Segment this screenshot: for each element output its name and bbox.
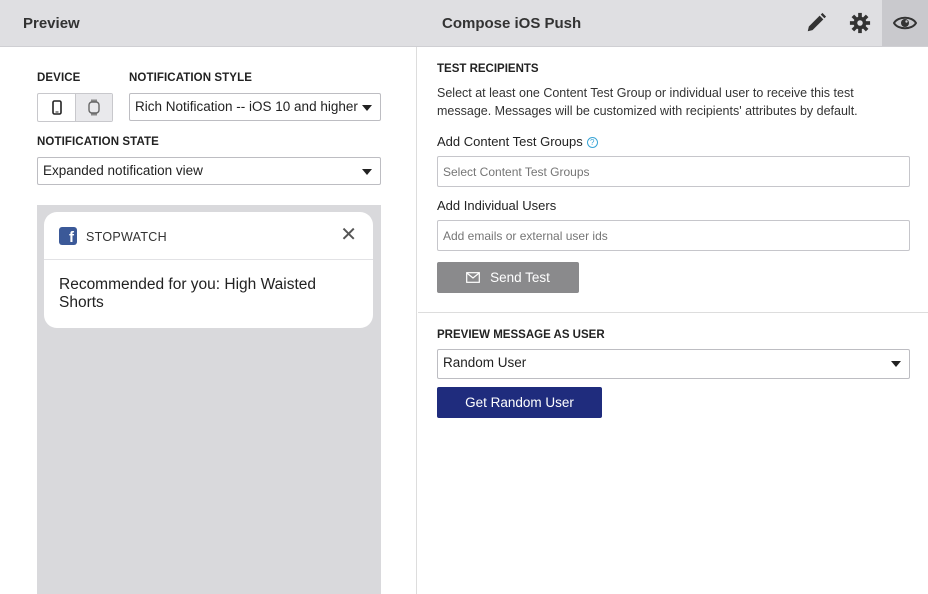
phone-option[interactable]	[38, 94, 75, 121]
chevron-down-icon	[362, 169, 372, 175]
notification-style-select[interactable]: Rich Notification -- iOS 10 and higher	[129, 93, 381, 121]
test-recipients-heading: TEST RECIPIENTS	[437, 63, 539, 75]
notification-card: f STOPWATCH ✕ Recommended for you: High …	[44, 212, 373, 328]
content-test-groups-label: Add Content Test Groups?	[437, 134, 598, 149]
compose-title: Compose iOS Push	[442, 15, 582, 32]
notification-state-label: NOTIFICATION STATE	[37, 136, 159, 148]
section-divider	[418, 312, 928, 313]
notification-message: Recommended for you: High Waisted Shorts	[59, 276, 317, 311]
preview-panel: DEVICE NOTIFICATION STYLE Rich Notificat…	[0, 47, 417, 594]
get-random-user-button[interactable]: Get Random User	[437, 387, 602, 418]
preview-user-value: Random User	[443, 355, 527, 370]
device-toggle	[37, 93, 113, 122]
preview-title: Preview	[23, 15, 80, 32]
settings-button[interactable]	[838, 0, 882, 46]
device-label: DEVICE	[37, 72, 81, 84]
notification-header: f STOPWATCH ✕	[44, 212, 373, 260]
envelope-icon	[466, 272, 480, 283]
content-test-groups-text: Add Content Test Groups	[437, 134, 583, 149]
content-test-groups-input[interactable]	[437, 156, 910, 187]
facebook-icon: f	[59, 227, 77, 246]
watch-icon	[88, 99, 100, 116]
send-test-button[interactable]: Send Test	[437, 262, 579, 293]
preview-as-user-heading: PREVIEW MESSAGE AS USER	[437, 329, 605, 341]
send-test-label: Send Test	[490, 270, 550, 285]
close-icon[interactable]: ✕	[340, 225, 357, 245]
preview-user-select[interactable]: Random User	[437, 349, 910, 379]
chevron-down-icon	[362, 105, 372, 111]
pencil-icon	[807, 12, 827, 32]
preview-toggle-button[interactable]	[882, 0, 928, 46]
test-panel: TEST RECIPIENTS Select at least one Cont…	[418, 47, 928, 594]
individual-users-input[interactable]	[437, 220, 910, 251]
individual-users-label: Add Individual Users	[437, 198, 557, 213]
gear-icon	[849, 12, 871, 34]
notification-style-value: Rich Notification -- iOS 10 and higher	[135, 99, 358, 114]
top-bar: Preview Compose iOS Push	[0, 0, 928, 47]
get-random-user-label: Get Random User	[465, 395, 574, 410]
test-recipients-description: Select at least one Content Test Group o…	[437, 86, 858, 118]
eye-icon	[893, 16, 917, 30]
watch-option[interactable]	[75, 94, 112, 121]
notification-state-value: Expanded notification view	[43, 163, 203, 178]
edit-button[interactable]	[794, 0, 838, 46]
phone-icon	[51, 100, 62, 115]
app-name: STOPWATCH	[86, 230, 167, 244]
help-icon[interactable]: ?	[586, 137, 598, 148]
chevron-down-icon	[891, 361, 901, 367]
notification-style-label: NOTIFICATION STYLE	[129, 72, 252, 84]
notification-state-select[interactable]: Expanded notification view	[37, 157, 381, 185]
